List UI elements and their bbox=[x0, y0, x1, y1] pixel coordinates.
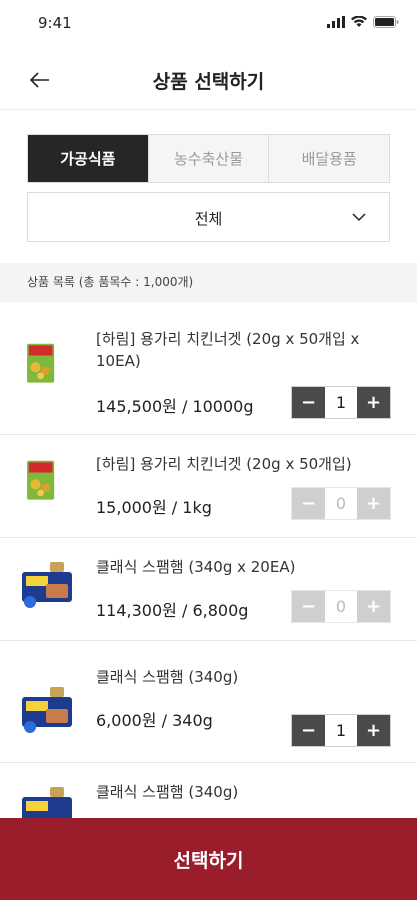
increase-button[interactable]: + bbox=[357, 387, 390, 418]
list-item: [하림] 용가리 치킨너겟 (20g x 50개입 x 10EA) 145,50… bbox=[0, 302, 417, 435]
quantity-stepper: − 1 + bbox=[291, 386, 391, 419]
product-price: 15,000원 / 1kg bbox=[96, 498, 212, 517]
header: 상품 선택하기 bbox=[0, 48, 417, 110]
product-name: [하림] 용가리 치킨너겟 (20g x 50개입 x 10EA) bbox=[96, 330, 360, 370]
product-price: 6,000원 / 340g bbox=[96, 711, 213, 730]
product-name: 클래식 스팸햄 (340g) bbox=[96, 783, 239, 801]
list-item: 클래식 스팸햄 (340g x 20EA) 114,300원 / 6,800g … bbox=[0, 538, 417, 641]
signal-icon bbox=[327, 16, 345, 28]
list-item: [하림] 용가리 치킨너겟 (20g x 50개입) 15,000원 / 1kg… bbox=[0, 435, 417, 538]
page-title: 상품 선택하기 bbox=[152, 71, 265, 93]
decrease-button[interactable]: − bbox=[292, 488, 325, 519]
chevron-down-icon bbox=[352, 213, 366, 222]
decrease-button[interactable]: − bbox=[292, 387, 325, 418]
quantity-value: 0 bbox=[325, 591, 357, 622]
status-bar: 9:41 bbox=[0, 0, 417, 48]
select-value: 전체 bbox=[194, 210, 223, 228]
quantity-value: 0 bbox=[325, 488, 357, 519]
decrease-button[interactable]: − bbox=[292, 591, 325, 622]
increase-button[interactable]: + bbox=[357, 715, 390, 746]
increase-button[interactable]: + bbox=[357, 488, 390, 519]
status-icons bbox=[327, 16, 399, 28]
status-time: 9:41 bbox=[38, 14, 72, 32]
category-tabs: 가공식품 농수축산물 배달용품 bbox=[27, 134, 390, 183]
product-list: [하림] 용가리 치킨너겟 (20g x 50개입 x 10EA) 145,50… bbox=[0, 302, 417, 866]
quantity-value: 1 bbox=[325, 387, 357, 418]
spam-product-image bbox=[22, 562, 72, 608]
product-price: 114,300원 / 6,800g bbox=[96, 601, 249, 620]
list-item: 클래식 스팸햄 (340g) 6,000원 / 340g − 1 + bbox=[0, 641, 417, 763]
quantity-value: 1 bbox=[325, 715, 357, 746]
quantity-stepper: − 0 + bbox=[291, 487, 391, 520]
quantity-stepper: − 0 + bbox=[291, 590, 391, 623]
product-name: [하림] 용가리 치킨너겟 (20g x 50개입) bbox=[96, 455, 352, 473]
tab-delivery-supplies[interactable]: 배달용품 bbox=[269, 135, 390, 182]
tab-agricultural-products[interactable]: 농수축산물 bbox=[148, 135, 270, 182]
nugget-product-image bbox=[27, 460, 55, 500]
product-name: 클래식 스팸햄 (340g) bbox=[96, 668, 239, 686]
spam-product-image bbox=[22, 687, 72, 733]
nugget-product-image bbox=[27, 343, 55, 383]
quantity-stepper: − 1 + bbox=[291, 714, 391, 747]
product-name: 클래식 스팸햄 (340g x 20EA) bbox=[96, 558, 296, 576]
battery-icon bbox=[373, 16, 399, 28]
product-list-header: 상품 목록 (총 품목수 : 1,000개) bbox=[0, 263, 417, 302]
select-button[interactable]: 선택하기 bbox=[0, 818, 417, 900]
product-price: 145,500원 / 10000g bbox=[96, 397, 254, 416]
wifi-icon bbox=[351, 16, 367, 27]
tab-processed-food[interactable]: 가공식품 bbox=[28, 135, 149, 182]
increase-button[interactable]: + bbox=[357, 591, 390, 622]
category-filter-select[interactable]: 전체 bbox=[27, 192, 390, 242]
decrease-button[interactable]: − bbox=[292, 715, 325, 746]
